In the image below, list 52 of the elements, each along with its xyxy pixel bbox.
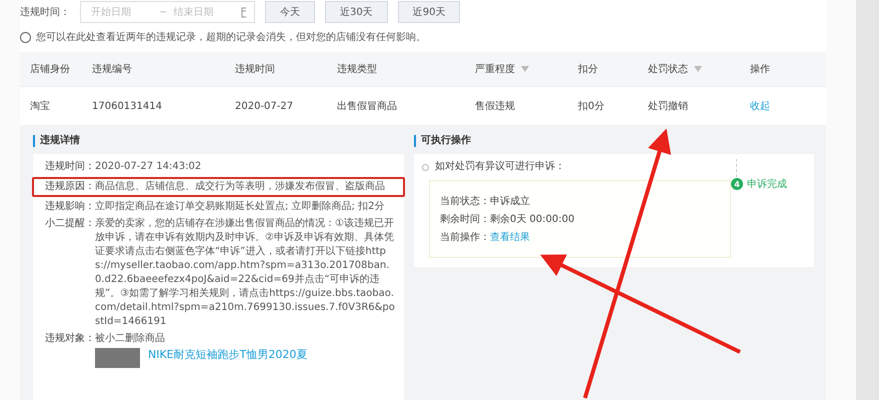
field-value: 商品信息、店铺信息、成交行为等表明，涉嫌发布假冒、盗版商品	[95, 180, 386, 194]
table-cell-text: 淘宝	[30, 100, 50, 113]
field-value: 2020-07-27 14:43:02	[95, 160, 202, 174]
table-cell: 17060131414	[92, 100, 162, 112]
column-header: 处罚状态	[648, 62, 688, 76]
table-cell-text: 扣0分	[578, 100, 604, 113]
field-label: 违规原因：	[44, 180, 95, 194]
status-label: 当前操作：	[440, 232, 490, 243]
date-preset-button[interactable]: 今天	[265, 1, 315, 23]
section-title: 可执行操作	[414, 135, 814, 147]
table-cell-text: 售假违规	[475, 100, 515, 113]
table-cell-text: 处罚撤销	[648, 100, 688, 113]
result-link[interactable]: 查看结果	[490, 232, 530, 243]
step-label: 申诉完成	[747, 178, 787, 191]
collapse-link[interactable]: 收起	[750, 99, 770, 113]
notice-text: 您可以在此处查看近两年的违规记录，超期的记录会消失，但对您的店铺没有任何影响。	[36, 30, 426, 44]
step-number: 4	[731, 178, 743, 190]
product-link[interactable]: NIKE耐克短袖跑步T恤男2020夏	[148, 348, 308, 362]
date-range-field[interactable]: 开始日期 ~ 结束日期	[80, 1, 255, 23]
field-value: 亲爱的卖家，您的店铺存在涉嫌出售假冒商品的情况：①该违规已开放申诉，请在申诉有效期内及时申诉。②申诉及申诉有效期、具体凭证要求请点击右侧蓝色字体“申诉”进入，或者请打开以下链接https://myseller.taobao.com/app.htm?spm=a313o.201708ban.0.d22.6baeeefezx4poJ&aid=22&cid=69并点击“可申诉的违规”。③如需了解学习相关规则，请点击https://guize.bbs.taobao.com/detail.html?spm=a210m.7699130.issues.7.f0V3R6&postId=1466191	[95, 217, 396, 329]
status-label: 当前状态：	[440, 196, 490, 207]
table-cell-text: 出售假冒商品	[337, 100, 397, 113]
field-label: 违规时间：	[44, 160, 95, 174]
table-cell: 2020-07-27	[235, 100, 294, 112]
column-header: 店铺身份	[30, 62, 70, 76]
end-date-input[interactable]: 结束日期	[171, 6, 238, 18]
field-label: 小二提醒：	[44, 217, 95, 231]
filter-icon[interactable]	[521, 66, 529, 72]
filter-icon[interactable]	[694, 66, 702, 72]
info-icon	[20, 32, 31, 42]
column-header: 违规编号	[92, 62, 132, 76]
field-value: 被小二删除商品	[95, 332, 166, 346]
field-label: 违规影响：	[44, 200, 95, 214]
field-label: 违规对象：	[44, 332, 95, 346]
column-header: 严重程度	[475, 62, 515, 76]
start-date-input[interactable]: 开始日期	[89, 6, 155, 18]
section-title: 违规详情	[33, 135, 404, 147]
photo-placeholder	[95, 348, 140, 368]
column-header: 扣分	[578, 62, 598, 76]
step-connector	[736, 159, 737, 177]
column-header: 违规时间	[235, 62, 275, 76]
column-header: 违规类型	[337, 62, 377, 76]
prompt-text: 如对处罚有异议可进行申诉：	[435, 160, 565, 174]
filter-label: 违规时间：	[20, 6, 70, 19]
date-preset-button[interactable]: 近90天	[398, 1, 460, 23]
status-label: 剩余时间：	[440, 214, 490, 225]
date-preset-button[interactable]: 近30天	[325, 1, 388, 23]
status-value: 申诉成立	[490, 196, 530, 207]
column-header: 操作	[750, 63, 770, 76]
status-value: 剩余0天 00:00:00	[490, 214, 574, 225]
bullet-icon	[422, 164, 429, 170]
field-value: 立即指定商品在途订单交易账期延长处置点; 立即删除商品; 扣2分	[95, 200, 386, 214]
